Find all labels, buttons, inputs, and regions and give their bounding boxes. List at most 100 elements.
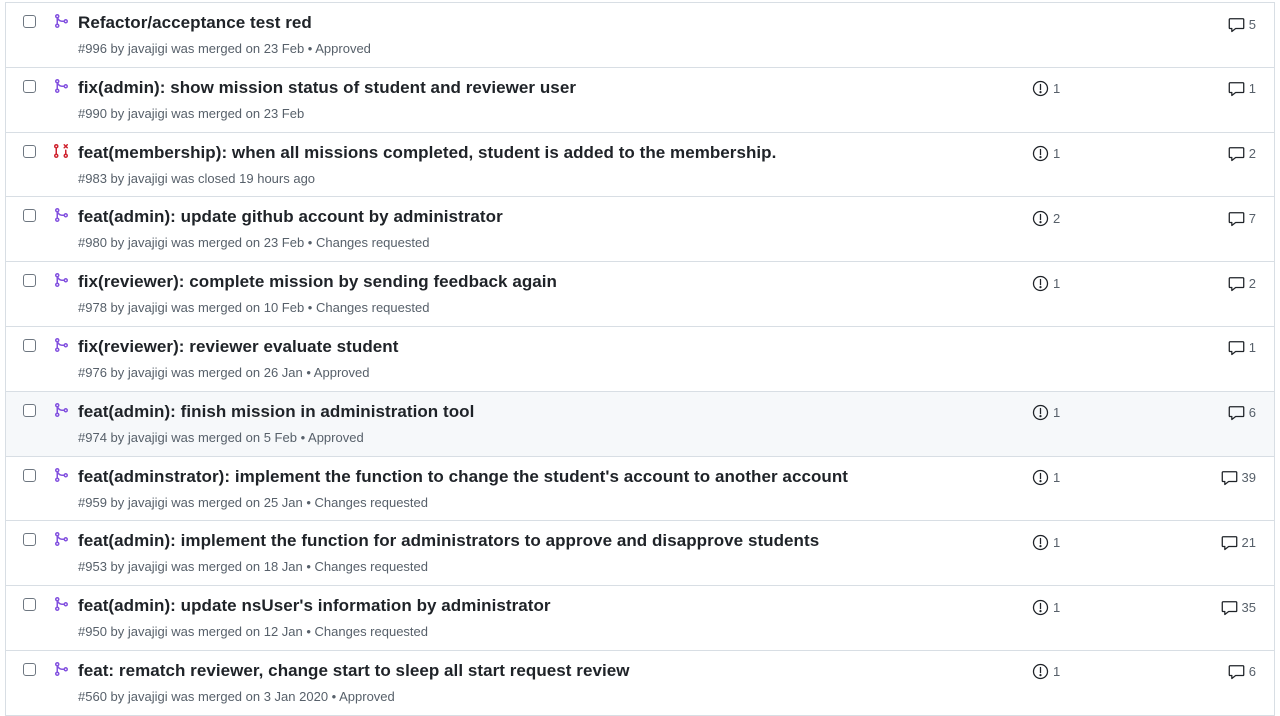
comments-number: 2 [1248, 275, 1256, 291]
linked-issues-number: 1 [1053, 405, 1061, 421]
select-checkbox[interactable] [23, 598, 36, 612]
pull-request-row: feat(admin): update github account by ad… [6, 197, 1274, 263]
comment-icon [1221, 599, 1238, 616]
comments-count[interactable]: 6 [1228, 404, 1256, 422]
comments-count[interactable]: 21 [1221, 533, 1256, 551]
pull-request-row: feat(admin): update nsUser's information… [6, 586, 1274, 651]
comments-count[interactable]: 2 [1228, 274, 1256, 292]
pull-request-row: fix(reviewer): complete mission by sendi… [6, 262, 1274, 327]
pull-request-title-link[interactable]: feat: rematch reviewer, change start to … [78, 661, 630, 681]
linked-issues-count[interactable]: 1 [1032, 145, 1060, 163]
pull-request-title-link[interactable]: Refactor/acceptance test red [78, 13, 312, 33]
linked-issues-number: 1 [1053, 146, 1061, 162]
git-merge-icon [53, 596, 69, 612]
pull-request-title-link[interactable]: fix(admin): show mission status of stude… [78, 78, 576, 98]
select-checkbox[interactable] [23, 468, 36, 482]
git-merge-icon [53, 467, 69, 483]
issue-opened-icon [1032, 210, 1049, 227]
pull-request-title-link[interactable]: fix(reviewer): reviewer evaluate student [78, 337, 398, 357]
pull-request-meta: #953 by javajigi was merged on 18 Jan • … [78, 559, 428, 575]
linked-issues-number: 1 [1053, 470, 1061, 486]
issue-opened-icon [1032, 469, 1049, 486]
git-merge-icon [53, 207, 69, 223]
pull-request-meta: #959 by javajigi was merged on 25 Jan • … [78, 494, 428, 510]
comment-icon [1221, 469, 1238, 486]
issue-opened-icon [1032, 663, 1049, 680]
pull-request-row: fix(admin): show mission status of stude… [6, 67, 1274, 133]
comment-icon [1228, 16, 1245, 33]
comment-icon [1228, 404, 1245, 421]
pull-request-title-link[interactable]: fix(reviewer): complete mission by sendi… [78, 272, 557, 292]
comments-count[interactable]: 7 [1228, 209, 1256, 227]
comments-count[interactable]: 39 [1221, 469, 1256, 487]
comments-number: 1 [1248, 340, 1256, 356]
git-merge-icon [53, 272, 69, 288]
comment-icon [1228, 663, 1245, 680]
select-checkbox[interactable] [23, 274, 36, 288]
select-checkbox[interactable] [23, 533, 36, 547]
git-pull-request-closed-icon [53, 143, 69, 159]
select-checkbox[interactable] [23, 15, 36, 28]
select-checkbox[interactable] [23, 338, 36, 352]
pull-request-title-link[interactable]: feat(admin): update github account by ad… [78, 207, 503, 227]
select-checkbox[interactable] [23, 403, 36, 417]
pull-request-title-link[interactable]: feat(admin): update nsUser's information… [78, 596, 551, 616]
select-checkbox[interactable] [23, 79, 36, 93]
comments-count[interactable]: 2 [1228, 145, 1256, 163]
pull-request-row: feat(admin): finish mission in administr… [6, 391, 1274, 457]
comments-count[interactable]: 1 [1228, 80, 1256, 98]
pull-request-row: Refactor/acceptance test red #996 by java… [6, 3, 1274, 68]
git-merge-icon [53, 337, 69, 353]
comment-icon [1221, 534, 1238, 551]
pull-request-meta: #976 by javajigi was merged on 26 Jan • … [78, 364, 370, 380]
pull-request-title-link[interactable]: feat(admin): finish mission in administr… [78, 402, 474, 422]
issue-opened-icon [1032, 534, 1049, 551]
linked-issues-count[interactable]: 1 [1032, 533, 1060, 551]
linked-issues-count[interactable]: 1 [1032, 663, 1060, 681]
pull-request-meta: #990 by javajigi was merged on 23 Feb [78, 105, 305, 121]
comments-number: 2 [1248, 146, 1256, 162]
linked-issues-count[interactable]: 1 [1032, 80, 1060, 98]
comment-icon [1228, 210, 1245, 227]
pull-request-row: feat: rematch reviewer, change start to … [6, 650, 1274, 716]
comments-number: 7 [1248, 210, 1256, 226]
linked-issues-number: 2 [1053, 210, 1061, 226]
comments-count[interactable]: 6 [1228, 663, 1256, 681]
linked-issues-number: 1 [1053, 664, 1061, 680]
linked-issues-count[interactable]: 1 [1032, 404, 1060, 422]
issue-opened-icon [1032, 599, 1049, 616]
pull-request-meta: #560 by javajigi was merged on 3 Jan 202… [78, 688, 395, 704]
comments-count[interactable]: 35 [1221, 598, 1256, 616]
linked-issues-number: 1 [1053, 599, 1061, 615]
pull-request-title-link[interactable]: feat(admin): implement the function for … [78, 531, 819, 551]
linked-issues-number: 1 [1053, 534, 1061, 550]
linked-issues-count[interactable]: 1 [1032, 274, 1060, 292]
comments-number: 39 [1241, 470, 1256, 486]
linked-issues-count[interactable]: 1 [1032, 469, 1060, 487]
comments-number: 35 [1241, 599, 1256, 615]
comment-icon [1228, 275, 1245, 292]
git-merge-icon [53, 531, 69, 547]
select-checkbox[interactable] [23, 144, 36, 158]
comments-number: 5 [1248, 16, 1256, 32]
pull-request-title-link[interactable]: feat(membership): when all missions comp… [78, 143, 776, 163]
comments-count[interactable]: 5 [1228, 15, 1256, 33]
linked-issues-count[interactable]: 2 [1032, 209, 1060, 227]
git-merge-icon [53, 661, 69, 677]
issue-opened-icon [1032, 80, 1049, 97]
comments-count[interactable]: 1 [1228, 339, 1256, 357]
select-checkbox[interactable] [23, 662, 36, 676]
issue-opened-icon [1032, 404, 1049, 421]
pull-request-row: fix(reviewer): reviewer evaluate student… [6, 326, 1274, 392]
comment-icon [1228, 339, 1245, 356]
git-merge-icon [53, 13, 69, 29]
pull-request-title-link[interactable]: feat(adminstrator): implement the functi… [78, 467, 848, 487]
select-checkbox[interactable] [23, 209, 36, 223]
comments-number: 21 [1241, 534, 1256, 550]
pull-request-list: Refactor/acceptance test red #996 by java… [5, 2, 1275, 716]
pull-request-meta: #978 by javajigi was merged on 10 Feb • … [78, 300, 430, 316]
pull-request-meta: #996 by javajigi was merged on 23 Feb • … [78, 41, 371, 56]
pull-request-row: feat(membership): when all missions comp… [6, 132, 1274, 198]
pull-request-meta: #980 by javajigi was merged on 23 Feb • … [78, 235, 430, 251]
linked-issues-count[interactable]: 1 [1032, 598, 1060, 616]
